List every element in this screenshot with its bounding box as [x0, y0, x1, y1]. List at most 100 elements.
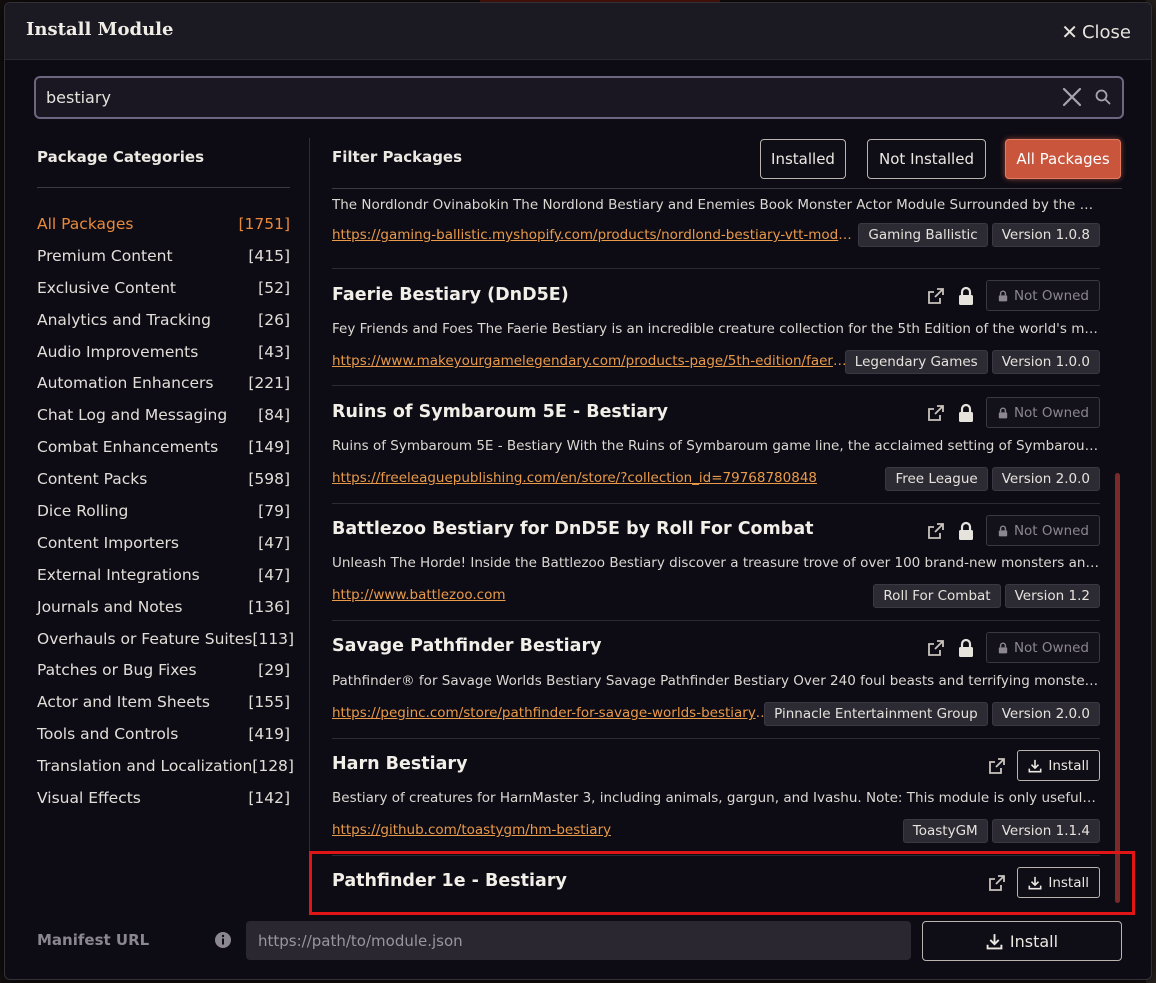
category-label: Actor and Item Sheets: [37, 693, 210, 712]
dialog-header: Install Module ✕ Close: [5, 3, 1151, 60]
package-url-link[interactable]: https://gaming-ballistic.myshopify.com/p…: [332, 227, 852, 243]
author-tag: Roll For Combat: [873, 584, 1001, 608]
not-owned-badge: Not Owned: [985, 397, 1100, 428]
version-tag: Version 1.0.8: [991, 223, 1100, 247]
install-label: Install: [1009, 931, 1059, 951]
category-item[interactable]: Actor and Item Sheets [155]: [37, 686, 290, 718]
package-url-link[interactable]: https://freeleaguepublishing.com/en/stor…: [332, 470, 817, 486]
external-link-icon[interactable]: [926, 521, 946, 541]
install-button[interactable]: Install: [1017, 750, 1100, 781]
category-item[interactable]: Premium Content [415]: [37, 240, 290, 272]
category-count: [221]: [248, 374, 290, 393]
package-item: Faerie Bestiary (DnD5E) Not Owned Fey Fr…: [332, 269, 1100, 386]
close-button[interactable]: ✕ Close: [1061, 20, 1131, 44]
search-icon[interactable]: [1095, 89, 1111, 105]
category-label: Automation Enhancers: [37, 374, 214, 393]
filter-all-packages-button[interactable]: All Packages: [1005, 139, 1121, 179]
status-label: Not Owned: [1013, 404, 1089, 421]
author-tag: Legendary Games: [844, 350, 988, 374]
filter-divider: [332, 188, 1122, 189]
category-item[interactable]: Dice Rolling [79]: [37, 495, 290, 527]
package-title: Savage Pathfinder Bestiary: [332, 636, 602, 656]
package-list-scrollbar[interactable]: [1115, 473, 1120, 903]
filter-installed-button[interactable]: Installed: [760, 139, 846, 179]
pane-divider: [309, 138, 310, 908]
package-list: The Nordlondr Ovinabokin The Nordlond Be…: [332, 190, 1100, 905]
category-item[interactable]: Exclusive Content [52]: [37, 272, 290, 304]
package-url-link[interactable]: https://www.makeyourgamelegendary.com/pr…: [332, 353, 847, 369]
install-button[interactable]: Install: [1017, 867, 1100, 898]
category-count: [128]: [252, 757, 294, 776]
category-count: [598]: [248, 470, 290, 489]
category-item[interactable]: Journals and Notes [136]: [37, 591, 290, 623]
download-icon: [1028, 759, 1042, 772]
category-item[interactable]: Content Packs [598]: [37, 463, 290, 495]
category-item[interactable]: All Packages [1751]: [37, 208, 290, 240]
category-item[interactable]: Combat Enhancements [149]: [37, 431, 290, 463]
info-icon[interactable]: [214, 931, 232, 949]
category-count: [136]: [248, 597, 290, 616]
category-label: Journals and Notes: [37, 597, 183, 616]
author-tag: Gaming Ballistic: [858, 223, 988, 247]
category-item[interactable]: Automation Enhancers [221]: [37, 367, 290, 399]
external-link-icon[interactable]: [987, 756, 1007, 776]
manifest-url-input[interactable]: [246, 921, 911, 960]
version-tag: Version 2.0.0: [991, 467, 1100, 491]
category-item[interactable]: Audio Improvements [43]: [37, 336, 290, 368]
package-url-link[interactable]: https://github.com/toastygm/hm-bestiary: [332, 822, 611, 838]
category-item[interactable]: Chat Log and Messaging [84]: [37, 399, 290, 431]
author-tag: ToastyGM: [902, 819, 988, 843]
category-item[interactable]: Patches or Bug Fixes [29]: [37, 654, 290, 686]
package-categories-heading: Package Categories: [37, 148, 204, 166]
category-item[interactable]: Translation and Localization [128]: [37, 750, 294, 782]
author-tag: Pinnacle Entertainment Group: [764, 702, 988, 726]
package-description: The Nordlondr Ovinabokin The Nordlond Be…: [332, 197, 1100, 213]
close-icon: ✕: [1061, 20, 1078, 44]
category-label: Analytics and Tracking: [37, 310, 211, 329]
external-link-icon[interactable]: [926, 286, 946, 306]
category-item[interactable]: Visual Effects [142]: [37, 782, 290, 814]
category-item[interactable]: Content Importers [47]: [37, 527, 290, 559]
external-link-icon[interactable]: [926, 403, 946, 423]
package-title: Battlezoo Bestiary for DnD5E by Roll For…: [332, 519, 814, 539]
category-label: Patches or Bug Fixes: [37, 661, 197, 680]
category-count: [29]: [258, 661, 290, 680]
lock-icon: [998, 525, 1008, 536]
download-icon: [1028, 876, 1042, 889]
category-label: Visual Effects: [37, 788, 141, 807]
category-item[interactable]: Analytics and Tracking [26]: [37, 304, 290, 336]
author-tag: Free League: [885, 467, 988, 491]
package-item: Pathfinder 1e - Bestiary Install: [332, 856, 1100, 905]
package-url-link[interactable]: http://www.battlezoo.com: [332, 587, 506, 603]
search-box: [34, 76, 1124, 119]
category-count: [415]: [248, 246, 290, 265]
category-label: Dice Rolling: [37, 501, 129, 520]
category-item[interactable]: Tools and Controls [419]: [37, 718, 290, 750]
lock-icon: [998, 290, 1008, 301]
search-input[interactable]: [46, 78, 1046, 117]
package-description: Fey Friends and Foes The Faerie Bestiary…: [332, 321, 1100, 337]
version-tag: Version 1.2: [1004, 584, 1100, 608]
category-count: [142]: [248, 788, 290, 807]
clear-search-icon[interactable]: [1061, 86, 1083, 108]
filter-not-installed-button[interactable]: Not Installed: [867, 139, 986, 179]
install-label: Install: [1048, 874, 1089, 891]
status-label: Not Owned: [1013, 287, 1089, 304]
category-item[interactable]: Overhauls or Feature Suites [113]: [37, 623, 294, 655]
category-count: [26]: [258, 310, 290, 329]
manifest-install-button[interactable]: Install: [922, 921, 1122, 961]
external-link-icon[interactable]: [987, 873, 1007, 893]
package-description: Unleash The Horde! Inside the Battlezoo …: [332, 555, 1100, 571]
category-list: All Packages [1751] Premium Content [415] Ex…: [37, 208, 294, 814]
filter-packages-heading: Filter Packages: [332, 148, 463, 166]
category-item[interactable]: External Integrations [47]: [37, 559, 290, 591]
category-label: Exclusive Content: [37, 278, 177, 297]
category-count: [47]: [258, 565, 290, 584]
package-title: Ruins of Symbaroum 5E - Bestiary: [332, 402, 669, 422]
close-label: Close: [1081, 21, 1131, 43]
package-url-link[interactable]: https://peginc.com/store/pathfinder-for-…: [332, 705, 770, 721]
external-link-icon[interactable]: [926, 638, 946, 658]
install-label: Install: [1048, 757, 1089, 774]
category-label: Audio Improvements: [37, 342, 199, 361]
category-count: [113]: [252, 629, 295, 648]
